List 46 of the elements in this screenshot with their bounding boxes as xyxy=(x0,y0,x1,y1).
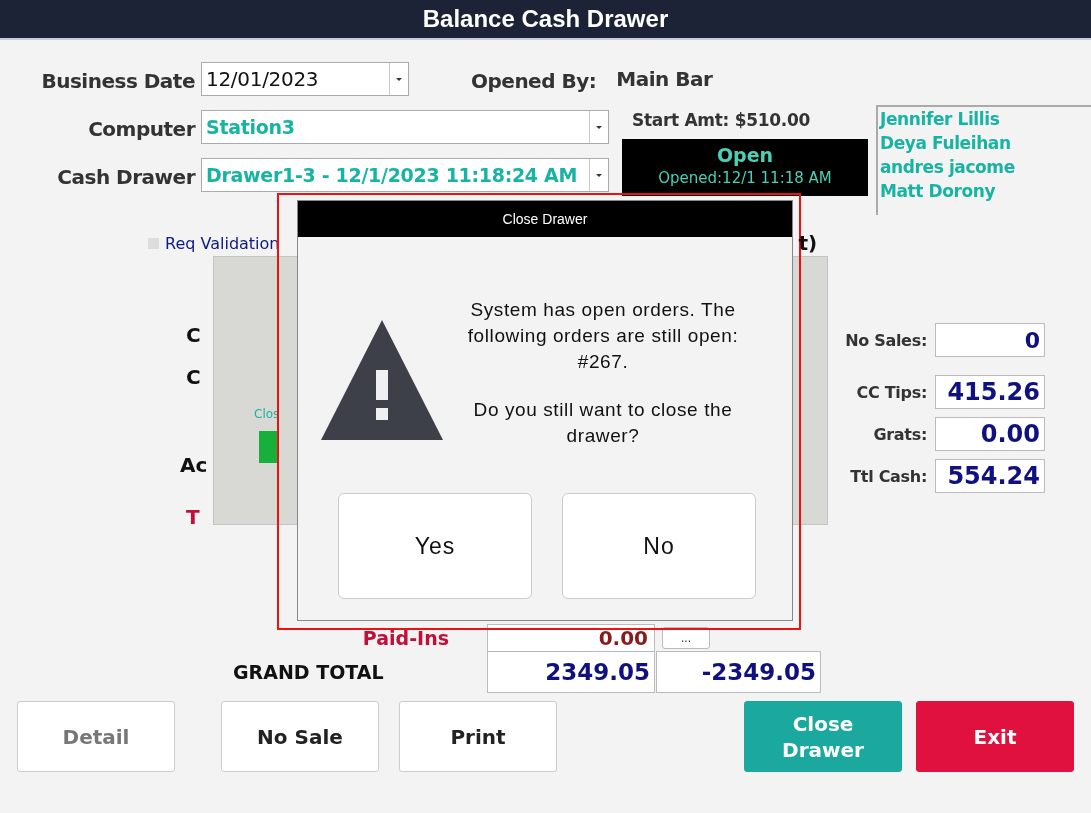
grand-total-field: 2349.05 xyxy=(487,651,655,693)
field-label: Cash Drawer xyxy=(56,165,195,189)
stat-label: CC Tips: xyxy=(856,382,927,402)
stat-label: Grats: xyxy=(873,424,927,444)
field-label: C xyxy=(186,323,201,347)
warning-icon xyxy=(321,320,443,442)
employee-name[interactable]: Matt Dorony xyxy=(880,179,1091,203)
checkbox-label: Req Validation xyxy=(165,233,280,253)
stat-field: 554.24 xyxy=(935,459,1045,493)
action-button[interactable]: Close Drawer xyxy=(744,701,902,772)
field-label: C xyxy=(186,365,201,389)
dialog-message: Do you still want to close the drawer? xyxy=(472,398,734,448)
date-field[interactable]: 12/01/2023 xyxy=(201,62,409,96)
opened-by-value: Main Bar xyxy=(616,67,713,91)
cash-drawer-dropdown[interactable]: Drawer1-3 - 12/1/2023 11:18:24 AM xyxy=(201,158,609,192)
field-label: Opened By: xyxy=(471,69,597,93)
stat-label: Ttl Cash: xyxy=(850,466,927,486)
employee-name[interactable]: Jennifer Lillis xyxy=(880,107,1091,131)
computer-dropdown[interactable]: Station3 xyxy=(201,110,609,144)
window-title: Balance Cash Drawer xyxy=(422,5,669,33)
stat-label: No Sales: xyxy=(845,330,927,350)
more-button[interactable]: ... xyxy=(662,627,710,649)
action-button[interactable]: Print xyxy=(399,701,557,772)
dialog-title: Close Drawer xyxy=(502,211,588,227)
field-label: Business Date xyxy=(40,69,195,93)
stat-field: 0 xyxy=(935,323,1045,357)
grand-total-label: GRAND TOTAL xyxy=(232,661,385,683)
stat-field: 0.00 xyxy=(935,417,1045,451)
status-label: Open xyxy=(716,143,774,166)
dialog-button[interactable]: Yes xyxy=(338,493,532,599)
paid-ins-field: 0.00 xyxy=(487,624,655,652)
field-label: Computer xyxy=(87,117,195,141)
difference-field: -2349.05 xyxy=(656,651,821,693)
action-button[interactable]: No Sale xyxy=(221,701,379,772)
action-button[interactable]: Exit xyxy=(916,701,1074,772)
indicator-bar xyxy=(259,431,277,463)
opened-time: Opened:12/1 11:18 AM xyxy=(658,168,832,187)
paid-ins-label: Paid-Ins xyxy=(361,627,449,649)
field-label: Ac xyxy=(180,453,208,477)
dialog-button[interactable]: No xyxy=(562,493,756,599)
employee-name[interactable]: Deya Fuleihan xyxy=(880,131,1091,155)
stat-field: 415.26 xyxy=(935,375,1045,409)
dialog-message: System has open orders. The following orders are still open: #267. xyxy=(466,298,740,374)
total-label: T xyxy=(186,505,200,529)
employee-name[interactable]: andres jacome xyxy=(880,155,1091,179)
start-amount: Start Amt: $510.00 xyxy=(631,110,811,132)
